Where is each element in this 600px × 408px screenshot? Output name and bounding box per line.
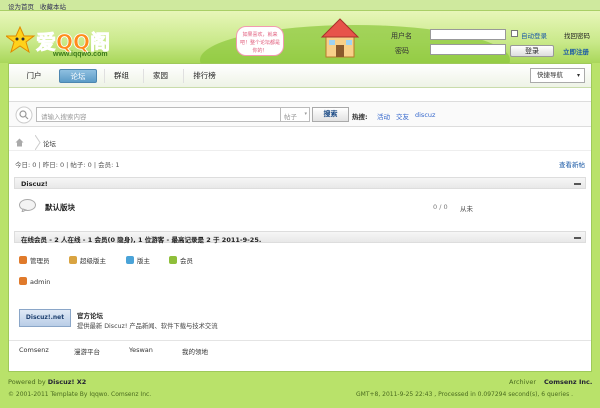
- hot-link[interactable]: discuz: [415, 111, 435, 119]
- breadcrumb: 论坛: [9, 134, 591, 151]
- forgot-password-link[interactable]: 找回密码: [564, 30, 590, 40]
- admin-icon: [19, 277, 27, 285]
- chevron-down-icon: ▾: [304, 111, 307, 117]
- house-illustration: [320, 18, 360, 58]
- view-new-posts-link[interactable]: 查看新帖: [559, 159, 585, 169]
- bookmark-link[interactable]: 收藏本站: [40, 1, 66, 11]
- super-moderator-icon: [69, 256, 77, 264]
- username-label: 用户名: [391, 32, 412, 40]
- debug-info: GMT+8, 2011-9-25 22:43 , Processed in 0.…: [356, 391, 574, 398]
- quick-nav-label: 快捷导航: [537, 71, 563, 79]
- password-label: 密码: [395, 47, 409, 55]
- forum-stats: 今日: 0 | 昨日: 0 | 帖子: 0 | 会员: 1: [15, 161, 120, 169]
- official-forum-desc: 提供最新 Discuz! 产品新闻、软件下载与技术交流: [77, 323, 218, 330]
- member-icon: [169, 256, 177, 264]
- top-bar: 设为首页 收藏本站: [0, 0, 600, 11]
- friend-link[interactable]: Yeswan: [129, 346, 153, 354]
- friend-links-divider: [9, 340, 591, 341]
- nav-forum[interactable]: 论坛: [59, 69, 97, 83]
- admin-icon: [19, 256, 27, 264]
- forum-name-link[interactable]: 默认版块: [45, 202, 75, 213]
- home-icon[interactable]: [15, 138, 24, 147]
- forum-last-post: 从未: [460, 205, 473, 213]
- nav-portal[interactable]: 门户: [17, 69, 51, 83]
- online-member[interactable]: admin: [19, 277, 50, 286]
- header-banner: 爱QQ阁 www.iqqwo.com 如果喜欢，就来吧！整个论坛都是你的！ 用户…: [0, 11, 600, 63]
- logo-domain: www.iqqwo.com: [53, 51, 108, 58]
- forum-counts: 0 / 0: [433, 203, 448, 211]
- main-nav: 门户 论坛 群组 家园 排行榜 快捷导航 ▾: [9, 64, 591, 88]
- friend-link[interactable]: 漫游平台: [74, 346, 100, 356]
- main-content: 门户 论坛 群组 家园 排行榜 快捷导航 ▾ 请输入搜索内容 帖子 ▾ 搜索 热…: [8, 63, 592, 372]
- search-type-label: 帖子: [284, 113, 297, 121]
- search-button[interactable]: 搜索: [312, 107, 349, 122]
- hot-link[interactable]: 交友: [396, 111, 409, 121]
- hot-link[interactable]: 活动: [377, 111, 390, 121]
- nav-home[interactable]: 家园: [143, 69, 177, 83]
- legend-super-mod: 超级版主: [69, 255, 106, 265]
- official-forum-title[interactable]: 官方论坛: [77, 310, 103, 320]
- nav-group[interactable]: 群组: [104, 69, 138, 83]
- moderator-icon: [126, 256, 134, 264]
- company-link[interactable]: Comsenz Inc.: [544, 378, 592, 386]
- nav-ranking[interactable]: 排行榜: [183, 69, 225, 83]
- powered-by: Powered by Discuz! X2: [8, 378, 87, 386]
- password-input[interactable]: [430, 44, 506, 55]
- set-home-link[interactable]: 设为首页: [8, 1, 34, 11]
- copyright: © 2001-2011 Template By Iqqwo. Comsenz I…: [8, 391, 152, 398]
- discuz-link[interactable]: Discuz! X2: [48, 378, 87, 386]
- search-icon: [15, 106, 33, 124]
- online-header: 在线会员 - 2 人在线 - 1 会员(0 隐身), 1 位游客 - 最高记录是…: [14, 231, 586, 244]
- archiver-link[interactable]: Archiver: [509, 378, 536, 386]
- remember-label[interactable]: 自动登录: [521, 30, 547, 40]
- chevron-down-icon: ▾: [576, 72, 580, 79]
- category-header: Discuz!: [14, 177, 586, 189]
- search-type-select[interactable]: 帖子 ▾: [280, 107, 310, 122]
- breadcrumb-separator-icon: [35, 135, 41, 150]
- friend-link[interactable]: 我的领地: [182, 346, 208, 356]
- username-input[interactable]: [430, 29, 506, 40]
- official-forum-banner[interactable]: Discuz!.net: [19, 309, 71, 327]
- breadcrumb-current: 论坛: [43, 140, 56, 148]
- speech-bubble: 如果喜欢，就来吧！整个论坛都是你的！: [236, 26, 284, 56]
- remember-checkbox[interactable]: [511, 30, 518, 37]
- collapse-icon[interactable]: [574, 237, 581, 239]
- online-title: 在线会员 - 2 人在线 - 1 会员(0 隐身), 1 位游客 - 最高记录是…: [21, 236, 262, 244]
- collapse-icon[interactable]: [574, 183, 581, 185]
- login-button[interactable]: 登录: [510, 45, 554, 57]
- friend-link[interactable]: Comsenz: [19, 346, 49, 354]
- legend-member: 会员: [169, 255, 193, 265]
- search-input[interactable]: 请输入搜索内容: [36, 107, 282, 122]
- search-bar: 请输入搜索内容 帖子 ▾ 搜索 热搜: 活动 交友 discuz: [9, 101, 591, 127]
- register-link[interactable]: 立即注册: [563, 46, 589, 56]
- legend-mod: 版主: [126, 255, 150, 265]
- quick-nav-dropdown[interactable]: 快捷导航 ▾: [530, 68, 585, 83]
- hot-search-label: 热搜:: [352, 113, 368, 121]
- forum-bubble-icon: [19, 199, 36, 212]
- category-title[interactable]: Discuz!: [21, 180, 48, 188]
- legend-admin: 管理员: [19, 255, 50, 265]
